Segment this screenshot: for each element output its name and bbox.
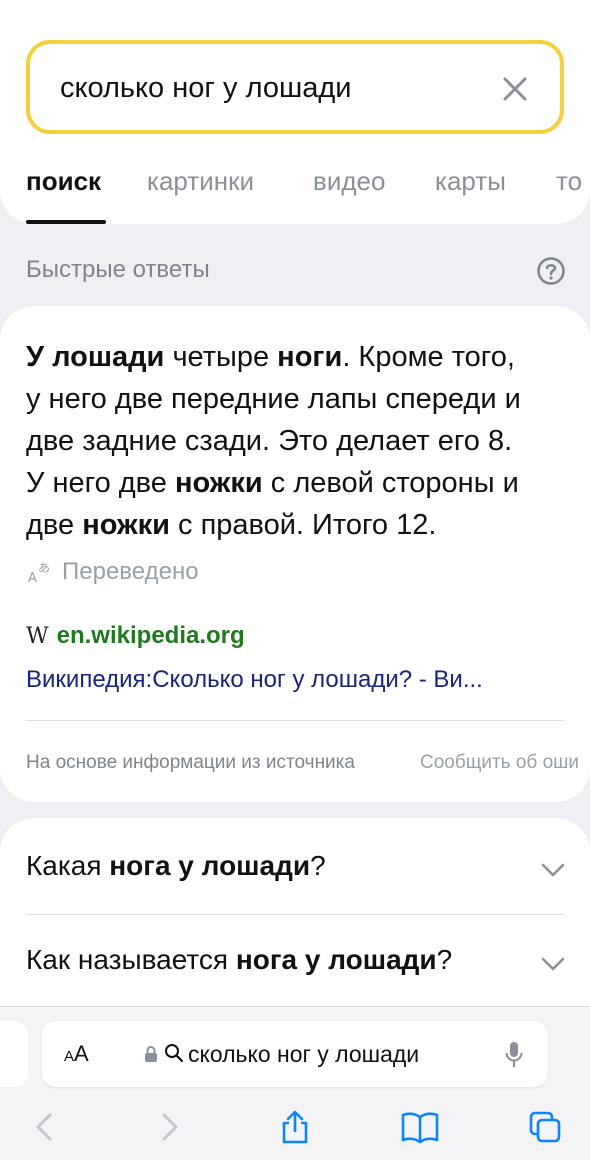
search-box[interactable]: сколько ног у лошади — [26, 40, 564, 134]
address-text[interactable]: сколько ног у лошади — [188, 1041, 419, 1068]
bookmarks-icon[interactable] — [400, 1109, 440, 1145]
text-size-large: A — [74, 1041, 89, 1066]
tab-search[interactable]: поиск — [26, 166, 101, 197]
search-header: сколько ног у лошади поиск картинки виде… — [0, 0, 590, 224]
related-question[interactable]: Какая нога у лошади? — [26, 850, 566, 882]
svg-text:あ: あ — [38, 561, 50, 575]
back-icon[interactable] — [28, 1109, 62, 1145]
tabs-icon[interactable] — [528, 1109, 562, 1145]
source-row[interactable]: W en.wikipedia.org — [26, 622, 245, 650]
translated-label: Переведено — [62, 558, 199, 585]
answer-highlight: ножки — [82, 509, 170, 541]
question-fragment: Какая — [26, 850, 110, 881]
previous-tab-preview[interactable] — [0, 1021, 28, 1087]
question-fragment: Как называется — [26, 944, 236, 975]
question-highlight: нога у лошади — [235, 944, 437, 975]
answer-highlight: ноги — [277, 341, 343, 373]
answer-line: у него две передние лапы спереди и — [26, 383, 521, 415]
answer-text: У лошади четыре ноги. Кроме того, у него… — [26, 336, 574, 546]
answer-line: У него две ножки с левой стороны и — [26, 462, 574, 504]
divider — [26, 914, 564, 915]
microphone-icon[interactable] — [504, 1041, 524, 1069]
source-domain[interactable]: en.wikipedia.org — [57, 622, 245, 650]
chevron-down-icon[interactable] — [540, 862, 566, 878]
tab-images[interactable]: картинки — [147, 166, 254, 197]
answer-highlight: У лошади — [26, 341, 165, 373]
divider — [26, 720, 564, 721]
source-title-link[interactable]: Википедия:Сколько ног у лошади? - Ви... — [26, 666, 566, 694]
answer-fragment: с правой. Итого 12. — [169, 509, 437, 541]
report-error-link[interactable]: Сообщить об оши — [420, 752, 579, 774]
quick-answers-title: Быстрые ответы — [26, 256, 210, 283]
answer-highlight: ножки — [174, 467, 263, 499]
forward-icon[interactable] — [152, 1109, 186, 1145]
answer-line: две задние сзади. Это делает его 8. — [26, 425, 513, 457]
answer-line: две ножки с правой. Итого 12. — [26, 504, 574, 546]
answer-fragment: У него две — [26, 467, 175, 499]
answer-fragment: с левой стороны и — [262, 467, 519, 499]
question-fragment: ? — [310, 850, 326, 881]
address-bar[interactable]: AA сколько ног у лошади — [42, 1021, 548, 1087]
answer-line: У лошади четыре ноги. Кроме того, — [26, 336, 574, 378]
svg-text:A: A — [28, 571, 37, 586]
translate-icon: A あ — [28, 561, 50, 586]
browser-toolbar: AA сколько ног у лошади — [0, 1006, 590, 1160]
search-tabs: поиск картинки видео карты то — [0, 160, 590, 224]
help-icon[interactable] — [536, 256, 566, 286]
question-fragment: ? — [436, 944, 453, 975]
search-input[interactable]: сколько ног у лошади — [60, 72, 351, 105]
tab-maps[interactable]: карты — [435, 166, 506, 197]
search-icon — [165, 1044, 184, 1063]
answer-fragment: две — [26, 509, 83, 541]
source-note: На основе информации из источника — [26, 752, 355, 773]
quick-answer-card: У лошади четыре ноги. Кроме того, у него… — [0, 306, 590, 802]
answer-fragment: . Кроме того, — [342, 341, 515, 373]
tab-video[interactable]: видео — [313, 166, 385, 197]
text-size-button[interactable]: AA — [64, 1041, 89, 1067]
active-tab-indicator — [26, 220, 106, 224]
answer-fragment: четыре — [164, 341, 278, 373]
tab-more[interactable]: то — [556, 166, 582, 197]
translated-note: A あ Переведено — [26, 558, 199, 586]
text-size-small: A — [64, 1048, 75, 1065]
share-icon[interactable] — [278, 1109, 312, 1145]
related-question[interactable]: Как называется нога у лошади? — [26, 944, 566, 976]
lock-icon — [145, 1046, 157, 1062]
question-highlight: нога у лошади — [109, 850, 311, 881]
close-icon[interactable] — [500, 74, 530, 104]
chevron-down-icon[interactable] — [540, 956, 566, 972]
wikipedia-icon: W — [26, 623, 49, 649]
